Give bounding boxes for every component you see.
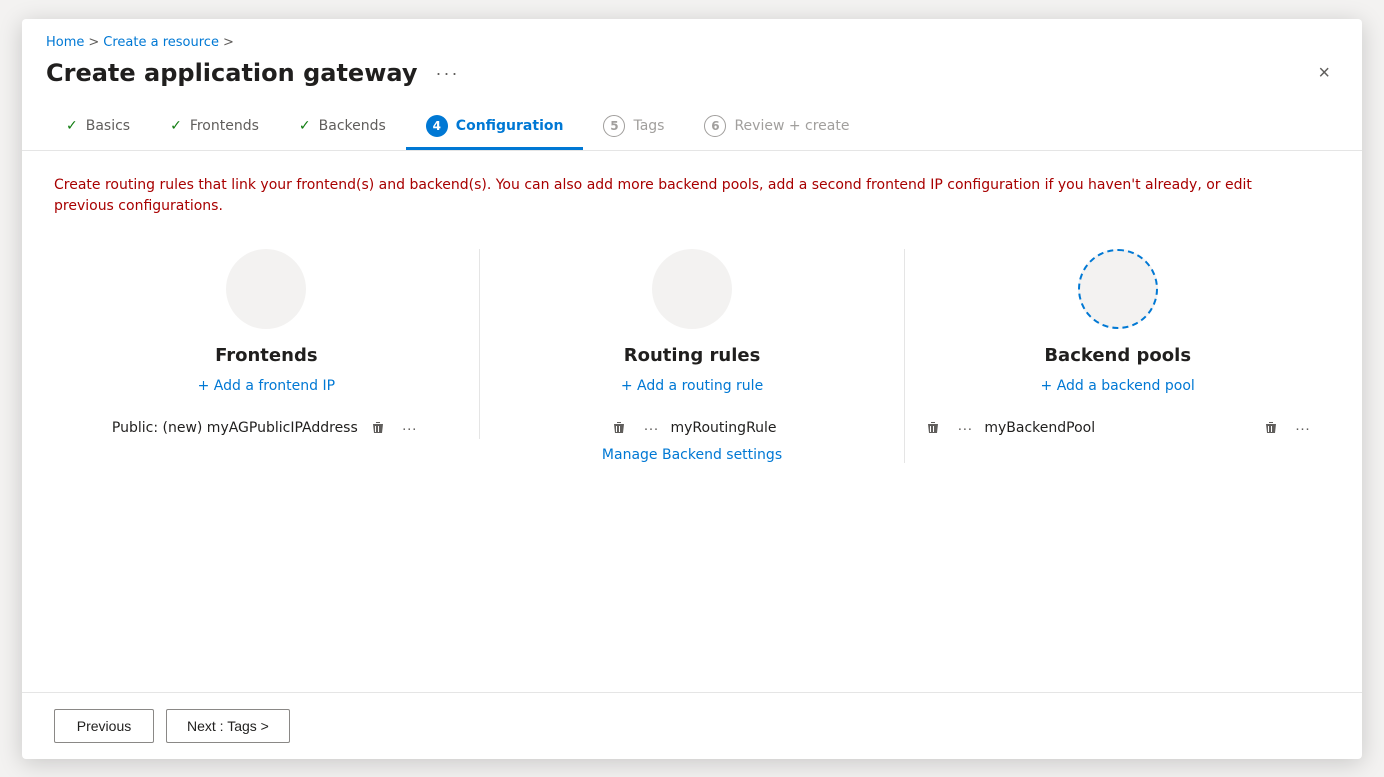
breadcrumb-sep1: > bbox=[88, 35, 99, 50]
tab-review-label: Review + create bbox=[734, 118, 849, 134]
routing-rule-delete-button[interactable] bbox=[607, 418, 631, 438]
backend-pools-item-row: ··· myBackendPool ··· bbox=[921, 418, 1314, 439]
backend-pool-right-delete-button[interactable] bbox=[1259, 418, 1283, 438]
columns: Frontends + Add a frontend IP Public: (n… bbox=[54, 249, 1330, 463]
info-text: Create routing rules that link your fron… bbox=[54, 175, 1254, 217]
routing-rules-column: Routing rules + Add a routing rule ··· m… bbox=[480, 249, 906, 463]
tab-num-review: 6 bbox=[704, 115, 726, 137]
tab-review[interactable]: 6 Review + create bbox=[684, 105, 869, 150]
close-button[interactable]: × bbox=[1310, 58, 1338, 89]
backend-pool-delete-button[interactable] bbox=[921, 418, 945, 438]
breadcrumb-sep2: > bbox=[223, 35, 234, 50]
add-backend-pool-link[interactable]: + Add a backend pool bbox=[1041, 378, 1195, 394]
dialog-footer: Previous Next : Tags > bbox=[22, 692, 1362, 759]
frontends-column: Frontends + Add a frontend IP Public: (n… bbox=[54, 249, 480, 439]
page-title: Create application gateway bbox=[46, 59, 417, 87]
tab-configuration-label: Configuration bbox=[456, 118, 564, 134]
tab-frontends-label: Frontends bbox=[190, 118, 259, 134]
frontends-title: Frontends bbox=[215, 345, 317, 366]
tab-num-configuration: 4 bbox=[426, 115, 448, 137]
backend-pools-column: Backend pools + Add a backend pool ··· m… bbox=[905, 249, 1330, 439]
breadcrumb-create-resource[interactable]: Create a resource bbox=[103, 35, 219, 50]
tab-bar: ✓ Basics ✓ Frontends ✓ Backends 4 Config… bbox=[46, 105, 1338, 150]
manage-backend-settings-link[interactable]: Manage Backend settings bbox=[602, 447, 782, 463]
title-row: Create application gateway ··· × bbox=[46, 58, 1338, 89]
tab-basics[interactable]: ✓ Basics bbox=[46, 108, 150, 147]
frontends-item-row: Public: (new) myAGPublicIPAddress ··· bbox=[70, 418, 463, 439]
next-button[interactable]: Next : Tags > bbox=[166, 709, 290, 743]
routing-rule-item-label: myRoutingRule bbox=[670, 420, 776, 436]
backend-pool-right-more-button[interactable]: ··· bbox=[1291, 418, 1314, 439]
tab-backends[interactable]: ✓ Backends bbox=[279, 108, 406, 147]
tab-num-tags: 5 bbox=[603, 115, 625, 137]
routing-rules-title: Routing rules bbox=[624, 345, 761, 366]
tab-tags[interactable]: 5 Tags bbox=[583, 105, 684, 150]
ellipsis-button[interactable]: ··· bbox=[429, 61, 465, 86]
backend-pool-more-button[interactable]: ··· bbox=[953, 418, 976, 439]
backend-icon-circle bbox=[1078, 249, 1158, 329]
tab-frontends[interactable]: ✓ Frontends bbox=[150, 108, 279, 147]
create-application-gateway-dialog: Home > Create a resource > Create applic… bbox=[22, 19, 1362, 759]
routing-rules-item-row: ··· myRoutingRule bbox=[496, 418, 889, 439]
frontends-item-label: Public: (new) myAGPublicIPAddress bbox=[112, 420, 358, 436]
previous-button[interactable]: Previous bbox=[54, 709, 154, 743]
add-frontend-ip-link[interactable]: + Add a frontend IP bbox=[198, 378, 335, 394]
breadcrumb: Home > Create a resource > bbox=[46, 35, 1338, 50]
check-icon-frontends: ✓ bbox=[170, 118, 182, 134]
check-icon-basics: ✓ bbox=[66, 118, 78, 134]
frontends-more-button[interactable]: ··· bbox=[398, 418, 421, 439]
routing-rule-more-button[interactable]: ··· bbox=[639, 418, 662, 439]
tab-tags-label: Tags bbox=[633, 118, 664, 134]
dialog-header: Home > Create a resource > Create applic… bbox=[22, 19, 1362, 151]
add-routing-rule-link[interactable]: + Add a routing rule bbox=[621, 378, 763, 394]
backend-pools-title: Backend pools bbox=[1044, 345, 1191, 366]
routing-icon-circle bbox=[652, 249, 732, 329]
frontends-icon-circle bbox=[226, 249, 306, 329]
tab-backends-label: Backends bbox=[319, 118, 386, 134]
title-left: Create application gateway ··· bbox=[46, 59, 465, 87]
breadcrumb-home[interactable]: Home bbox=[46, 35, 84, 50]
dialog-body: Create routing rules that link your fron… bbox=[22, 151, 1362, 692]
check-icon-backends: ✓ bbox=[299, 118, 311, 134]
frontends-delete-button[interactable] bbox=[366, 418, 390, 438]
tab-configuration[interactable]: 4 Configuration bbox=[406, 105, 584, 150]
tab-basics-label: Basics bbox=[86, 118, 130, 134]
backend-pool-item-label: myBackendPool bbox=[984, 420, 1095, 436]
